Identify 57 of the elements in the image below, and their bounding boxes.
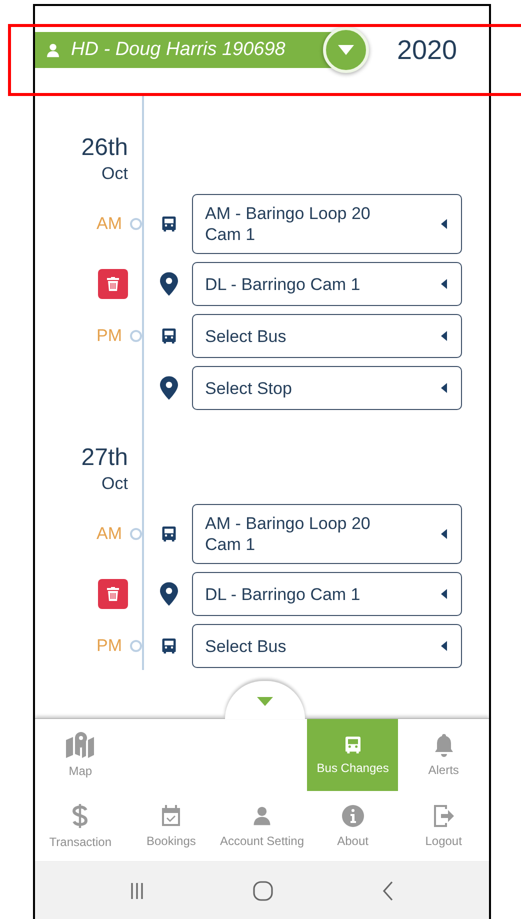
dropdown[interactable]: DL - Barringo Cam 1 [192,572,462,616]
caret-icon [441,383,447,393]
nav-item[interactable]: Transaction [35,791,126,861]
nav-item[interactable]: Account Setting [216,791,308,861]
timeline-node [130,528,142,540]
dropdown-button[interactable] [323,27,369,73]
logout-icon [432,804,455,828]
bell-icon [434,733,454,757]
period-label: AM [96,524,122,544]
caret-icon [257,697,273,706]
dropdown[interactable]: Select Stop [192,366,462,410]
recents-icon[interactable] [128,881,145,901]
caret-icon [441,529,447,539]
caret-icon [441,219,447,229]
caret-icon [338,45,354,55]
dropdown[interactable]: AM - Baringo Loop 20 Cam 1 [192,194,462,254]
delete-button[interactable] [98,269,128,299]
dollar-icon [72,803,88,829]
period-label: AM [96,214,122,234]
month-label: Oct [102,473,128,495]
nav-item[interactable]: Map [35,719,126,791]
map-icon [65,732,96,758]
caret-icon [441,641,447,651]
timeline-node [130,218,142,230]
nav-item[interactable]: Bookings [126,791,217,861]
day-label: 26th [81,134,128,162]
dropdown[interactable]: Select Bus [192,624,462,668]
month-label: Oct [102,163,128,185]
year-label: 2020 [397,34,458,66]
period-label: PM [96,326,122,346]
dropdown[interactable]: Select Bus [192,314,462,358]
timeline-node [130,640,142,652]
caret-icon [441,331,447,341]
dropdown[interactable]: DL - Barringo Cam 1 [192,262,462,306]
person-icon [45,42,61,58]
pull-tab[interactable] [225,681,305,719]
map-pin-icon [160,375,178,401]
calendar-icon [160,804,182,828]
info-icon [340,804,365,828]
caret-icon [441,589,447,599]
bus-icon [342,735,363,755]
nav-item[interactable]: Alerts [398,719,489,791]
day-label: 27th [81,444,128,472]
trash-icon [107,277,119,291]
delete-button[interactable] [98,579,128,609]
period-label: PM [96,636,122,656]
trash-icon [107,587,119,601]
timeline-node [130,330,142,342]
dropdown[interactable]: AM - Baringo Loop 20 Cam 1 [192,504,462,564]
map-pin-icon [160,271,178,297]
nav-item[interactable]: About [307,791,398,861]
nav-item[interactable]: Bus Changes [307,719,398,791]
home-icon[interactable] [252,880,274,902]
back-icon[interactable] [381,880,396,902]
caret-icon [441,279,447,289]
map-pin-icon [160,581,178,607]
nav-item[interactable]: Logout [398,791,489,861]
